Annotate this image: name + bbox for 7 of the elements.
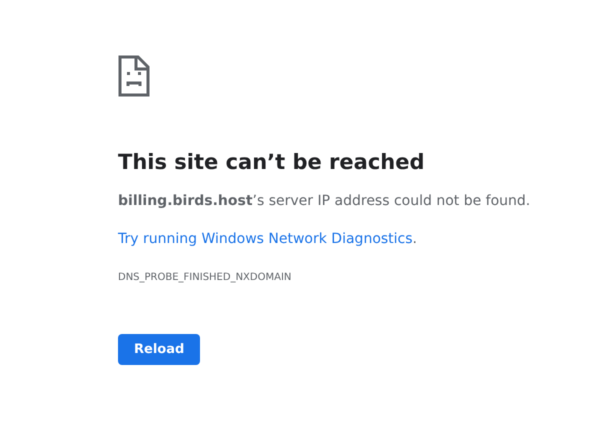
reload-button[interactable]: Reload (118, 334, 200, 365)
suggestion-text: Try running Windows Network Diagnostics. (118, 230, 418, 249)
error-heading: This site can’t be reached (118, 149, 426, 176)
error-message: billing.birds.host’s server IP address could not be found. (118, 192, 532, 211)
sad-page-icon (118, 55, 150, 97)
error-code: DNS_PROBE_FINISHED_NXDOMAIN (118, 271, 292, 285)
diagnostics-link[interactable]: Try running Windows Network Diagnostics (118, 231, 413, 247)
